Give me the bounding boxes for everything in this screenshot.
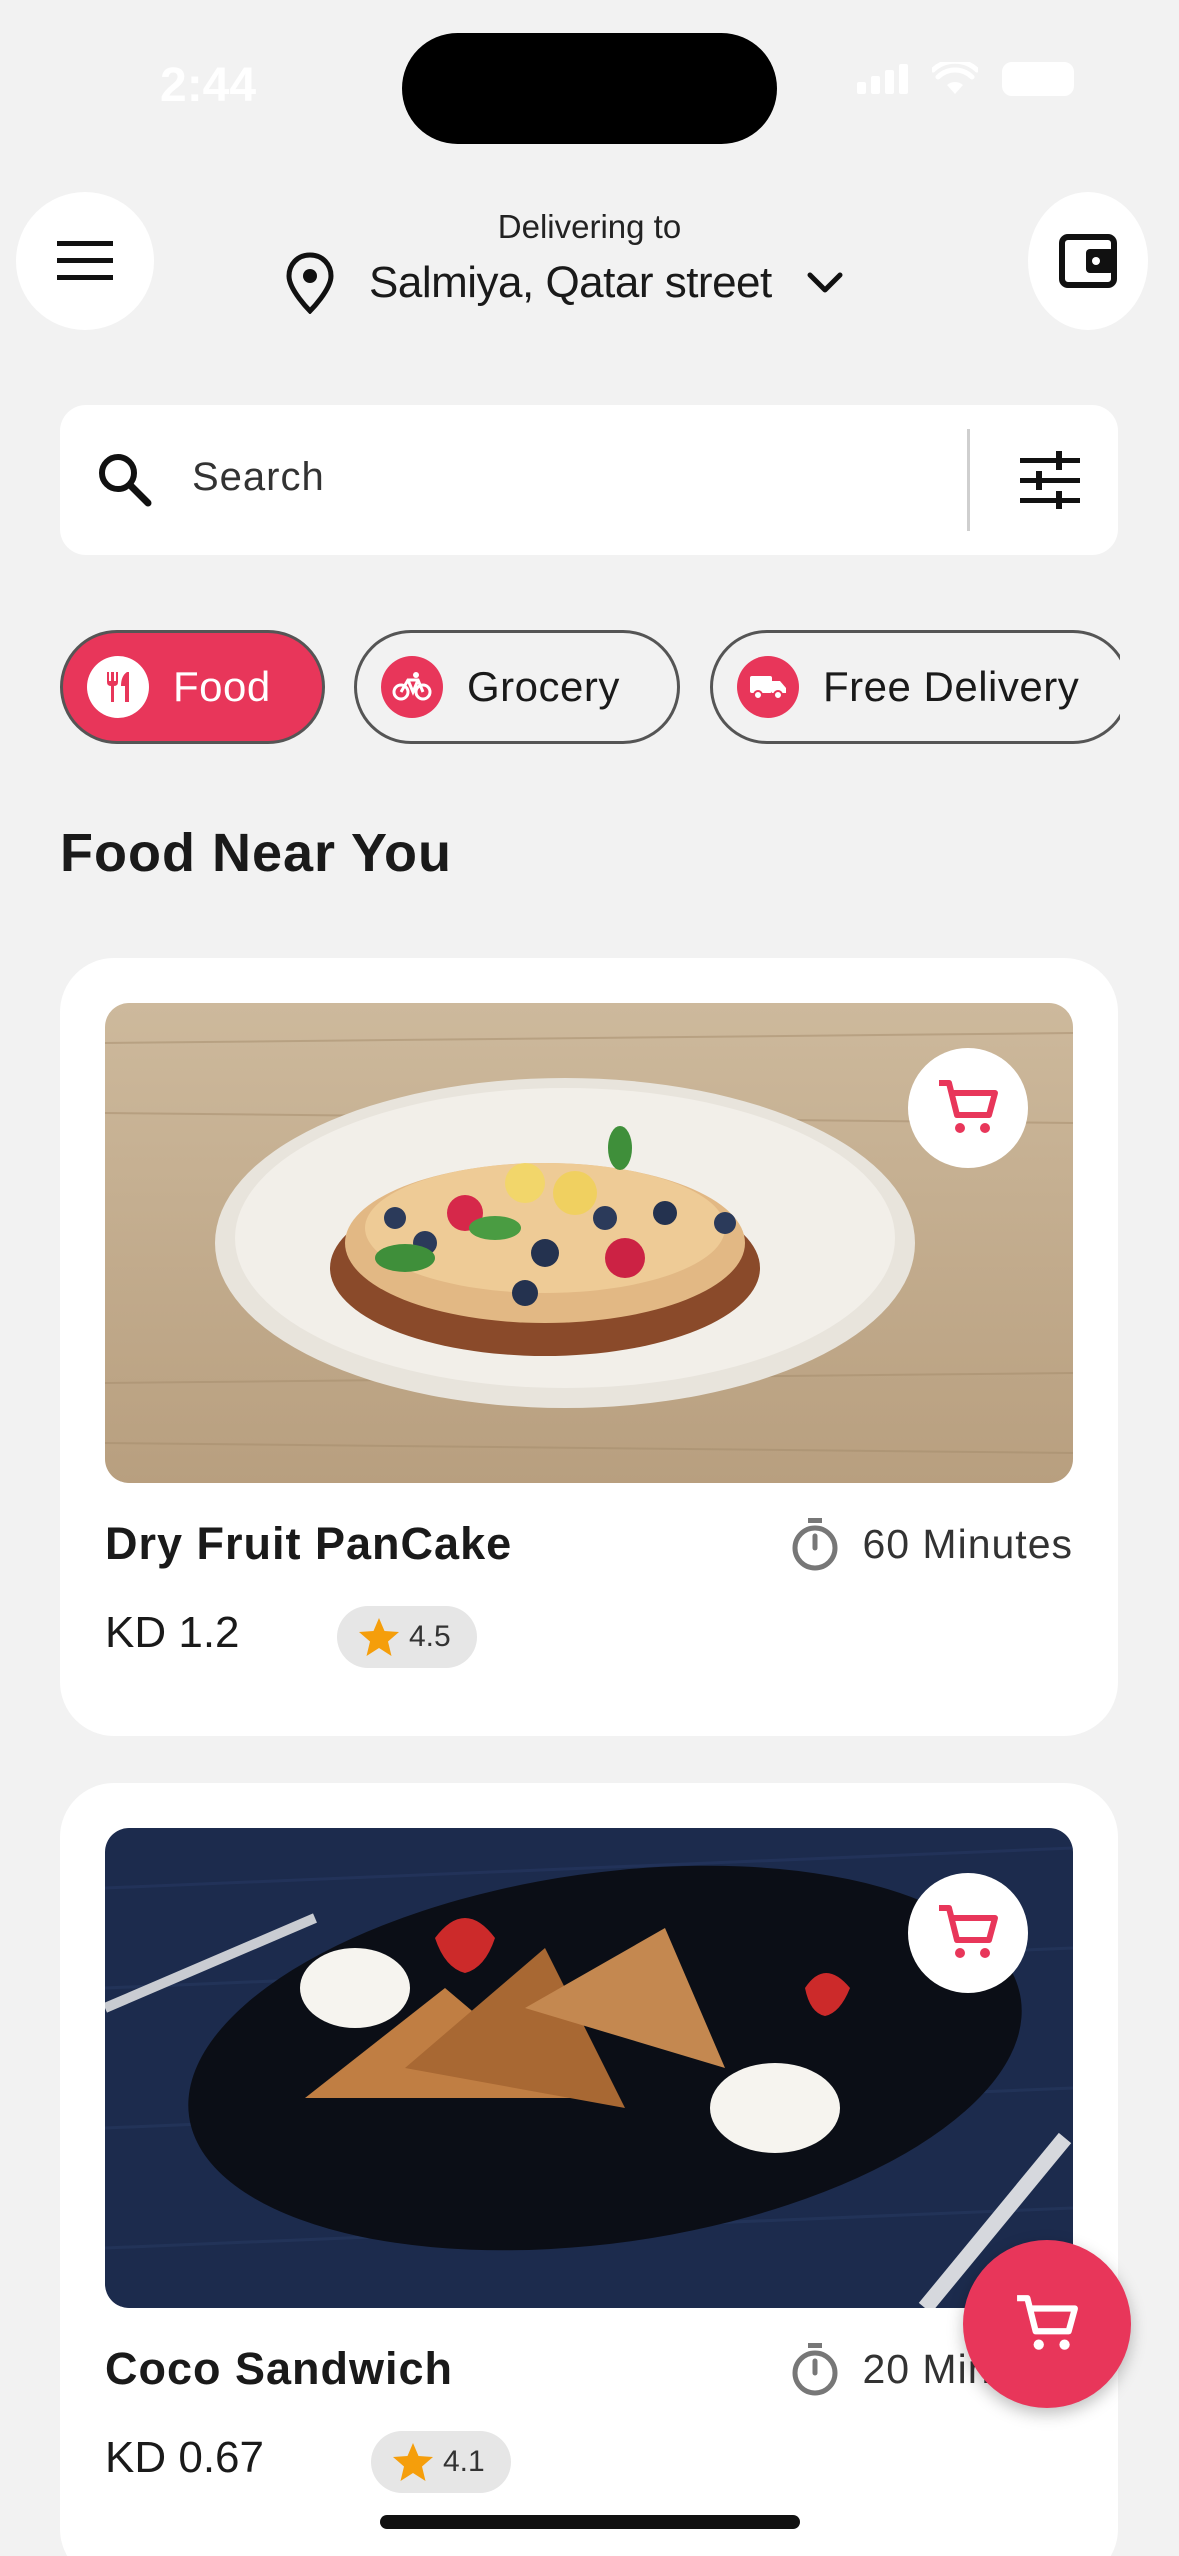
cart-fab-button[interactable] [963, 2240, 1131, 2408]
location-selector[interactable]: Salmiya, Qatar street [285, 248, 844, 318]
status-indicators [857, 62, 1074, 96]
star-icon [393, 2443, 433, 2481]
bicycle-icon [381, 656, 443, 718]
chip-grocery[interactable]: Grocery [354, 630, 680, 744]
search-input[interactable]: Search [192, 455, 325, 500]
chip-grocery-label: Grocery [467, 663, 620, 710]
rating-badge: 4.1 [371, 2431, 511, 2493]
home-indicator[interactable] [380, 2515, 800, 2529]
rating-value: 4.1 [443, 2445, 485, 2478]
search-bar[interactable]: Search [60, 405, 1118, 555]
rating-value: 4.5 [409, 1620, 451, 1653]
location-pin-icon [286, 252, 334, 314]
cart-icon [939, 1080, 998, 1133]
section-title: Food Near You [60, 823, 453, 883]
food-card[interactable]: Coco Sandwich 20 Minutes KD 0.67 4.1 [60, 1783, 1118, 2556]
wifi-icon [932, 62, 978, 94]
filter-icon[interactable] [1020, 451, 1080, 509]
wallet-icon [1059, 234, 1117, 288]
chip-food-label: Food [173, 663, 271, 710]
food-price: KD 1.2 [105, 1608, 240, 1657]
food-time-label: 60 Minutes [862, 1520, 1073, 1567]
category-chips: Food Grocery Free Delivery [0, 600, 1120, 770]
food-name: Coco Sandwich [105, 2343, 454, 2394]
add-to-cart-button[interactable] [908, 1048, 1028, 1168]
search-divider [967, 429, 970, 531]
utensils-icon [87, 656, 149, 718]
wallet-button[interactable] [1028, 192, 1148, 330]
food-time: 60 Minutes [790, 1516, 1073, 1572]
status-time: 2:44 [160, 59, 257, 112]
food-card[interactable]: Dry Fruit PanCake 60 Minutes KD 1.2 4.5 [60, 958, 1118, 1736]
food-price: KD 0.67 [105, 2433, 264, 2482]
truck-icon [737, 656, 799, 718]
chip-free-delivery[interactable]: Free Delivery [710, 630, 1120, 744]
cart-icon [939, 1905, 998, 1958]
hamburger-icon [57, 241, 113, 280]
battery-icon [1002, 62, 1074, 96]
rating-badge: 4.5 [337, 1606, 477, 1668]
food-name: Dry Fruit PanCake [105, 1518, 513, 1569]
food-image-sandwich [105, 1828, 1073, 2308]
timer-icon [792, 1518, 838, 1571]
chip-food[interactable]: Food [60, 630, 325, 744]
delivering-label: Delivering to [497, 208, 682, 245]
add-to-cart-button[interactable] [908, 1873, 1028, 1993]
chip-free-delivery-label: Free Delivery [823, 663, 1080, 710]
signal-icon [857, 64, 908, 94]
app-screen: 2:44 Delivering to Salmiya, Qatar street [0, 0, 1179, 2556]
star-icon [359, 1618, 399, 1656]
timer-icon [792, 2343, 838, 2396]
cart-icon [1017, 2295, 1078, 2350]
chevron-down-icon [807, 272, 843, 293]
food-image-pancake [105, 1003, 1073, 1483]
dynamic-island [402, 33, 777, 144]
location-text: Salmiya, Qatar street [369, 258, 772, 307]
search-icon [99, 454, 152, 507]
